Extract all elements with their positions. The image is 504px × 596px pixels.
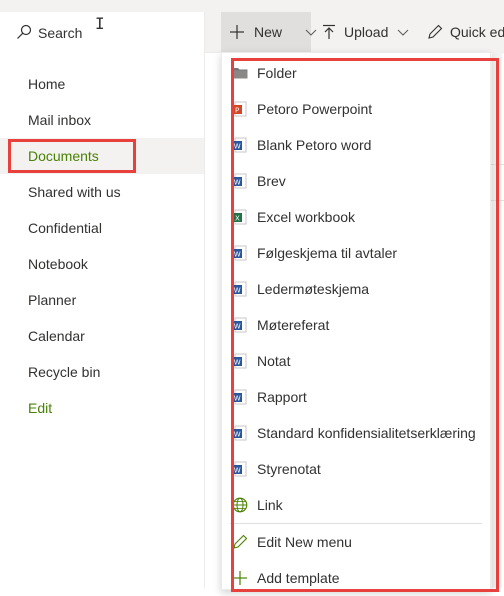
menu-item-blank-petoro-word[interactable]: W Blank Petoro word: [222, 127, 490, 163]
svg-text:X: X: [235, 215, 240, 223]
nav-item-home[interactable]: Home: [0, 66, 204, 102]
plus-icon: [233, 571, 247, 585]
background-row-divider: [490, 200, 504, 201]
word-icon: W: [233, 461, 247, 477]
menu-item-label: Petoro Powerpoint: [257, 101, 373, 117]
pencil-icon: [233, 534, 248, 549]
search-icon: [17, 24, 32, 39]
chevron-down-icon: [397, 29, 409, 36]
svg-text:W: W: [234, 467, 241, 475]
menu-item-styrenotat[interactable]: W Styrenotat: [222, 451, 490, 487]
menu-item-label: Link: [257, 497, 283, 513]
menu-item-rapport[interactable]: W Rapport: [222, 379, 490, 415]
menu-item-standard-konfidensialitetserklaering[interactable]: W Standard konfidensialitetserklæring: [222, 415, 490, 451]
word-icon: W: [233, 281, 247, 297]
nav-item-calendar[interactable]: Calendar: [0, 318, 204, 354]
menu-item-ledermoteskjema[interactable]: W Ledermøteskjema: [222, 271, 490, 307]
folder-icon: [232, 68, 248, 79]
word-icon: W: [233, 389, 247, 405]
svg-text:W: W: [234, 359, 241, 367]
menu-item-label: Add template: [257, 570, 340, 586]
menu-item-label: Notat: [257, 353, 291, 369]
menu-item-brev[interactable]: W Brev: [222, 163, 490, 199]
svg-text:W: W: [234, 179, 241, 187]
menu-item-motereferat[interactable]: W Møtereferat: [222, 307, 490, 343]
quick-edit-button[interactable]: Quick ed: [425, 12, 504, 52]
menu-item-label: Møtereferat: [257, 317, 330, 333]
svg-text:W: W: [234, 323, 241, 331]
menu-item-add-template[interactable]: Add template: [222, 560, 490, 596]
menu-item-label: Excel workbook: [257, 209, 356, 225]
menu-item-petoro-powerpoint[interactable]: P Petoro Powerpoint: [222, 91, 490, 127]
menu-item-excel-workbook[interactable]: X Excel workbook: [222, 199, 490, 235]
nav-item-recycle-bin[interactable]: Recycle bin: [0, 354, 204, 390]
svg-text:P: P: [235, 107, 239, 115]
nav-item-confidential[interactable]: Confidential: [0, 210, 204, 246]
menu-item-label: Ledermøteskjema: [257, 281, 370, 297]
nav-item-edit[interactable]: Edit: [0, 390, 204, 426]
globe-icon: [232, 497, 248, 513]
nav-item-shared-with-us[interactable]: Shared with us: [0, 174, 204, 210]
menu-item-label: Blank Petoro word: [257, 137, 372, 153]
excel-icon: X: [233, 209, 247, 225]
top-strip: [0, 0, 504, 12]
plus-icon: [230, 25, 244, 39]
chevron-down-icon: [305, 29, 317, 36]
word-icon: W: [233, 173, 247, 189]
powerpoint-icon: P: [233, 101, 247, 117]
menu-item-label: Standard konfidensialitetserklæring: [257, 425, 476, 441]
nav-item-mail-inbox[interactable]: Mail inbox: [0, 102, 204, 138]
menu-item-label: Rapport: [257, 389, 307, 405]
menu-item-edit-new-menu[interactable]: Edit New menu: [222, 524, 490, 560]
nav-item-notebook[interactable]: Notebook: [0, 246, 204, 282]
upload-button[interactable]: Upload: [317, 12, 415, 52]
svg-text:W: W: [234, 395, 241, 403]
new-menu-dropdown: Folder P Petoro Powerpoint W Blank Petor…: [221, 52, 491, 590]
svg-text:W: W: [234, 431, 241, 439]
command-bar: New Upload Quick ed: [205, 12, 504, 53]
text-cursor-icon: I: [95, 14, 105, 33]
new-button[interactable]: New: [221, 12, 317, 52]
upload-icon: [323, 24, 335, 39]
background-row-divider: [490, 164, 504, 165]
svg-text:W: W: [234, 251, 241, 259]
word-icon: W: [233, 425, 247, 441]
menu-item-label: Følgeskjema til avtaler: [257, 245, 398, 261]
menu-item-label: Folder: [257, 65, 297, 81]
quick-edit-button-label: Quick ed: [450, 24, 504, 40]
nav-list: Home Mail inbox Documents Shared with us…: [0, 66, 204, 426]
search-box[interactable]: Search: [8, 12, 204, 52]
svg-text:W: W: [234, 143, 241, 151]
menu-item-link[interactable]: Link: [222, 487, 490, 523]
pencil-icon: [428, 24, 443, 39]
background-scrollbar[interactable]: [492, 52, 502, 588]
new-button-label: New: [254, 24, 283, 40]
menu-item-label: Brev: [257, 173, 286, 189]
word-icon: W: [233, 353, 247, 369]
word-icon: W: [233, 245, 247, 261]
menu-item-label: Edit New menu: [257, 534, 352, 550]
word-icon: W: [233, 137, 247, 153]
nav-item-planner[interactable]: Planner: [0, 282, 204, 318]
menu-item-label: Styrenotat: [257, 461, 321, 477]
menu-item-folder[interactable]: Folder: [222, 55, 490, 91]
menu-item-notat[interactable]: W Notat: [222, 343, 490, 379]
svg-text:W: W: [234, 287, 241, 295]
upload-button-label: Upload: [344, 24, 389, 40]
word-icon: W: [233, 317, 247, 333]
nav-item-documents[interactable]: Documents: [0, 138, 204, 174]
search-label: Search: [38, 25, 83, 41]
menu-item-folgeskjema-til-avtaler[interactable]: W Følgeskjema til avtaler: [222, 235, 490, 271]
